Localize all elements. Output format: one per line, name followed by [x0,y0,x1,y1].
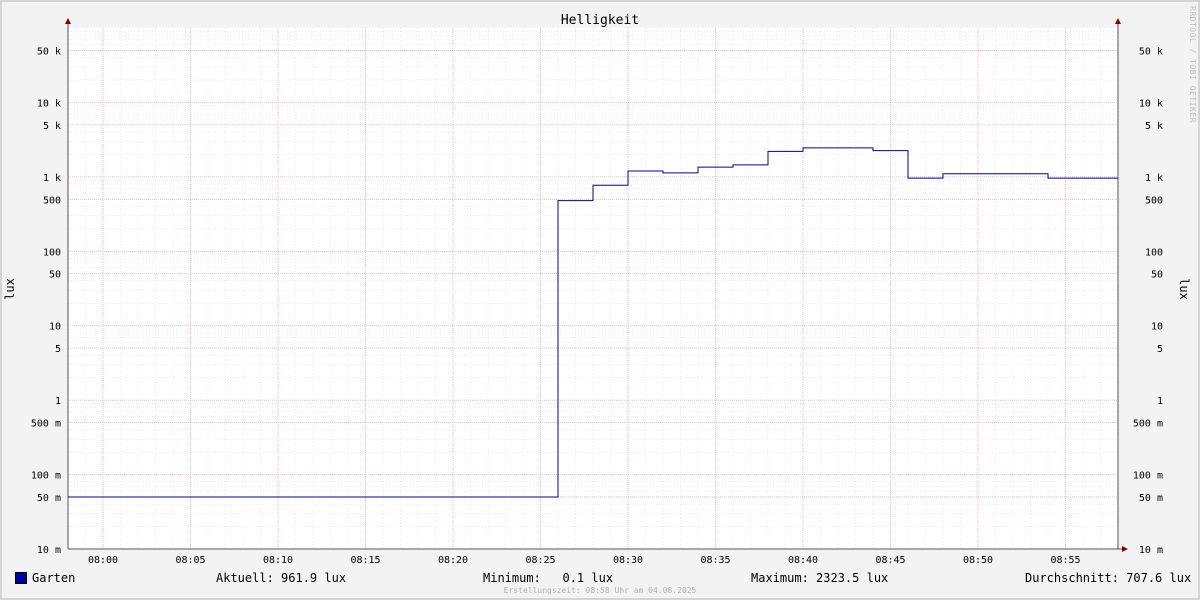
y-tick-label-left: 100 m [31,471,61,482]
x-axis-arrow [1122,546,1128,552]
y-tick-label-left: 1 k [43,173,61,184]
y-tick-label-left: 10 m [37,545,61,556]
y-tick-label-right: 1 [1157,396,1163,407]
chart-svg: Helligkeit 08:00 08:05 08:10 08:15 08:20 08:2… [3,13,1191,566]
y-tick-label-left: 500 m [31,419,61,430]
y-tick-label-right: 50 [1151,270,1163,281]
y-tick-label-right: 10 m [1139,545,1163,556]
y-tick-label-right: 5 [1157,344,1163,355]
chart-frame: Helligkeit 08:00 08:05 08:10 08:15 08:20 08:2… [0,0,1200,600]
y-axis-arrow-left [65,18,71,24]
y-tick-label-right: 50 k [1139,46,1163,57]
legend-swatch [15,572,27,584]
watermark: RRDTOOL / TOBI OETIKER [1188,6,1197,123]
y-tick-label-left: 10 [49,322,61,333]
x-tick-label: 08:55 [1050,555,1080,566]
stat-current: Aktuell: 961.9 lux [216,571,347,585]
x-tick-label: 08:50 [963,555,993,566]
legend-row: Garten Aktuell: 961.9 lux Minimum: 0.1 l… [2,569,1198,587]
legend-series-name: Garten [32,571,76,585]
x-tick-label: 08:15 [350,555,380,566]
x-tick-label: 08:05 [175,555,205,566]
grid-layer [67,28,1119,550]
y-tick-label-left: 50 k [37,46,61,57]
x-tick-label: 08:45 [875,555,905,566]
y-tick-label-right: 500 [1145,195,1163,206]
x-tick-label: 08:40 [788,555,818,566]
y-tick-label-right: 100 [1145,247,1163,258]
y-tick-label-left: 5 k [43,121,61,132]
y-axis-label-right: lux [1177,278,1191,300]
x-tick-label: 08:10 [263,555,293,566]
y-axis-label-left: lux [3,278,17,300]
y-tick-label-left: 50 m [37,493,61,504]
chart-title: Helligkeit [561,13,639,28]
x-tick-label: 08:30 [613,555,643,566]
y-tick-label-left: 1 [55,396,61,407]
y-tick-label-left: 500 [43,195,61,206]
x-tick-label: 08:35 [700,555,730,566]
creation-time-footer: Erstellungszeit: 08:58 Uhr am 04.08.2025 [503,586,697,595]
stat-minimum: Minimum: 0.1 lux [483,571,614,585]
y-tick-label-right: 1 k [1145,173,1163,184]
y-tick-label-left: 100 [43,247,61,258]
y-tick-label-left: 10 k [37,98,61,109]
y-tick-label-right: 500 m [1133,419,1163,430]
y-tick-label-left: 50 [49,270,61,281]
y-tick-label-right: 10 [1151,322,1163,333]
y-tick-label-right: 5 k [1145,121,1163,132]
y-tick-label-left: 5 [55,344,61,355]
y-tick-label-right: 100 m [1133,471,1163,482]
x-tick-label: 08:00 [88,555,118,566]
stat-maximum: Maximum: 2323.5 lux [751,571,889,585]
stat-average: Durchschnitt: 707.6 lux [1025,571,1192,585]
y-axis-arrow-right [1115,18,1121,24]
x-tick-label: 08:20 [438,555,468,566]
y-tick-label-right: 50 m [1139,493,1163,504]
y-tick-label-right: 10 k [1139,98,1163,109]
x-tick-label: 08:25 [525,555,555,566]
